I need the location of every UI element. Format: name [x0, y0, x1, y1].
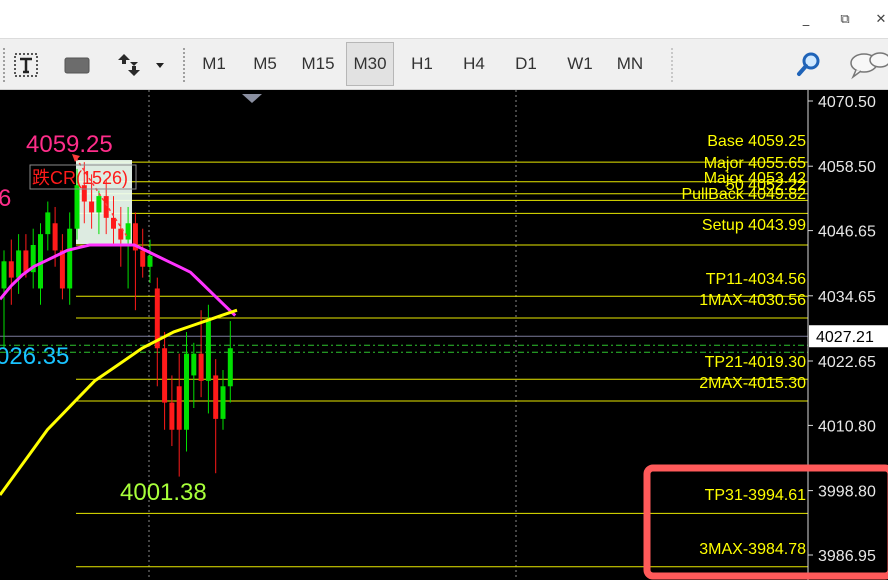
candle-body — [59, 250, 65, 289]
timeframe-d1-button[interactable]: D1 — [502, 42, 550, 86]
timeframe-w1-label: W1 — [567, 54, 593, 73]
cr-label: 跌CR(1526) — [32, 168, 128, 188]
level-label: PullBack 4049.82 — [681, 186, 806, 203]
price-tick-label: 3998.80 — [818, 484, 876, 501]
toolbar-separator — [670, 47, 674, 83]
arrows-dropdown-icon — [118, 54, 164, 76]
arrows-tool-button[interactable] — [112, 49, 168, 81]
level-label: 1MAX-4030.56 — [699, 292, 806, 309]
timeframe-h1-button[interactable]: H1 — [398, 42, 446, 86]
candle-body — [103, 196, 109, 218]
candle-body — [162, 348, 168, 403]
price-chart[interactable]: Base 4059.25 Major 4055.65 Major 4053.42 50… — [0, 90, 888, 580]
timeframe-m30-button[interactable]: M30 — [346, 42, 394, 86]
candle-body — [74, 185, 80, 229]
restore-icon: ⧉ — [840, 11, 850, 27]
candle-body — [125, 223, 131, 240]
timeframe-mn-label: MN — [616, 54, 644, 73]
timeframe-h4-label: H4 — [463, 54, 485, 73]
timeframe-w1-button[interactable]: W1 — [556, 42, 604, 86]
minimize-icon: _ — [802, 11, 810, 27]
candle-body — [227, 348, 233, 387]
left-partial-label: 6 — [0, 185, 11, 212]
price-tick-label: 4046.65 — [818, 224, 876, 241]
candle-body — [140, 250, 146, 267]
toolbar-grip-2[interactable] — [182, 47, 186, 83]
price-tick-label: 4070.50 — [818, 94, 876, 111]
timeframe-h4-button[interactable]: H4 — [450, 42, 498, 86]
timeframe-m5-button[interactable]: M5 — [241, 42, 289, 86]
level-label: Base 4059.25 — [707, 133, 806, 150]
candle-body — [67, 228, 73, 289]
candle-body — [16, 250, 22, 278]
rectangle-icon — [64, 57, 90, 74]
timeframe-m15-button[interactable]: M15 — [294, 42, 342, 86]
chat-button[interactable] — [846, 49, 888, 81]
timeframe-m5-label: M5 — [253, 54, 277, 73]
timeframe-mn-button[interactable]: MN — [606, 42, 654, 86]
restore-button[interactable]: ⧉ — [830, 6, 860, 32]
timeframe-m1-button[interactable]: M1 — [190, 42, 238, 86]
high-price-label: 4059.25 — [26, 131, 113, 158]
candle-body — [23, 250, 29, 273]
level-label: Setup 4043.99 — [702, 217, 806, 234]
candle-body — [220, 386, 226, 419]
timeframe-h1-label: H1 — [411, 54, 433, 73]
candle-body — [89, 201, 95, 213]
search-icon — [797, 52, 820, 76]
candle-body — [169, 402, 175, 430]
timeframe-m30-label: M30 — [353, 54, 387, 73]
timeframe-m1-label: M1 — [202, 54, 226, 73]
candle-body — [147, 255, 153, 267]
low-price-label: 4001.38 — [120, 479, 207, 506]
price-tick-label: 4010.80 — [818, 418, 876, 435]
candle-body — [45, 212, 51, 235]
level-label: 3MAX-3984.78 — [699, 541, 806, 558]
level-label: TP11-4034.56 — [706, 271, 806, 288]
candle-body — [96, 196, 102, 213]
price-tick-label: 4058.50 — [818, 159, 876, 176]
level-label: TP31-3994.61 — [705, 487, 807, 504]
toolbar-grip[interactable] — [2, 47, 6, 83]
candle-body — [176, 386, 182, 430]
chart-canvas[interactable]: Base 4059.25Major 4055.65Major 4053.4250… — [0, 90, 888, 580]
candle-body — [184, 353, 189, 430]
chart-toolbar: M1 M5 M15 M30 H1 H4 D1 W1 MN — [0, 38, 888, 90]
price-tick-label: 3986.95 — [818, 548, 876, 565]
rectangle-tool-button[interactable] — [60, 51, 94, 79]
text-tool-button[interactable] — [10, 49, 42, 81]
candle-body — [8, 261, 14, 278]
price-tick-label: 4034.65 — [818, 289, 876, 306]
minimize-button[interactable]: _ — [791, 6, 821, 32]
close-icon: ✕ — [875, 11, 887, 27]
candle-body — [191, 353, 197, 376]
chart-shift-marker[interactable] — [242, 94, 262, 103]
window-title-bar: _ ⧉ ✕ — [0, 0, 888, 38]
text-tool-icon — [14, 53, 38, 77]
current-price-label: 4027.21 — [816, 329, 874, 346]
level-label: TP21-4019.30 — [705, 354, 807, 371]
current-partial-label: 026.35 — [0, 343, 69, 370]
level-label: 2MAX-4015.30 — [699, 375, 806, 392]
price-tick-label: 4022.65 — [818, 354, 876, 371]
close-button[interactable]: ✕ — [866, 6, 888, 32]
search-button[interactable] — [792, 49, 826, 81]
candle-body — [1, 261, 7, 289]
timeframe-d1-label: D1 — [515, 54, 537, 73]
candle-body — [198, 353, 204, 381]
chat-bubbles-icon — [850, 52, 888, 80]
timeframe-m15-label: M15 — [301, 54, 335, 73]
candle-body — [205, 321, 211, 381]
candle-body — [52, 223, 58, 251]
candle-body — [213, 375, 219, 419]
